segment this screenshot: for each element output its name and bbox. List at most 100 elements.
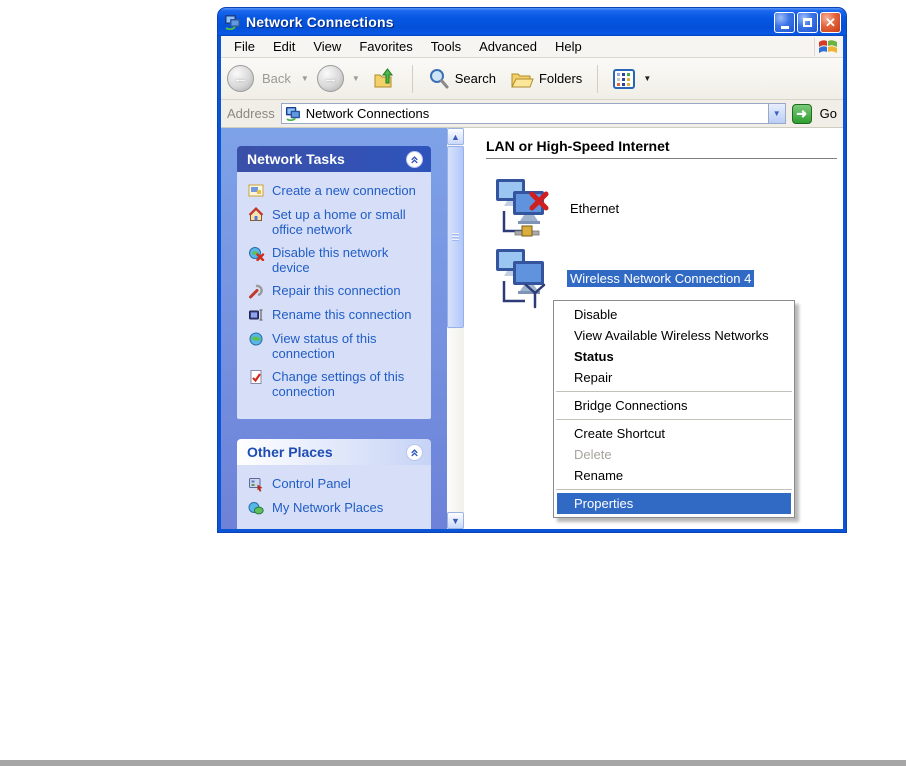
menu-item-bridge-connections[interactable]: Bridge Connections (554, 395, 794, 416)
menu-separator (554, 388, 794, 395)
menu-item-disable[interactable]: Disable (554, 304, 794, 325)
new-connection-icon (248, 184, 264, 197)
folders-icon (511, 73, 534, 87)
link-label: Control Panel (272, 476, 351, 491)
task-view-status[interactable]: View status of this connection (247, 331, 425, 361)
context-menu: Disable View Available Wireless Networks… (553, 300, 795, 518)
address-bar: Address Network Connections ▼ ➜ Go (221, 100, 843, 128)
change-settings-icon (250, 370, 262, 384)
menu-item-rename[interactable]: Rename (554, 465, 794, 486)
connection-label-selected[interactable]: Wireless Network Connection 4 (567, 269, 755, 287)
views-button[interactable]: ▼ (608, 66, 656, 92)
search-button[interactable]: Search (423, 65, 501, 93)
collapse-chevron-icon[interactable] (406, 150, 423, 168)
task-pane: Network Tasks Create a new connection Se… (221, 128, 447, 529)
address-label: Address (227, 106, 275, 121)
search-label: Search (454, 71, 496, 86)
network-connections-icon (225, 15, 240, 30)
title-bar[interactable]: Network Connections ✕ (218, 8, 846, 36)
link-label: My Network Places (272, 500, 384, 515)
back-arrow-icon: ← (233, 70, 248, 87)
wireless-connection-icon (496, 249, 546, 309)
toolbar-separator (597, 64, 599, 93)
views-dropdown-icon: ▼ (643, 74, 652, 83)
back-label: Back (262, 71, 291, 86)
address-location-icon (285, 106, 300, 121)
toolbar-separator (411, 64, 413, 93)
network-connections-window: Network Connections ✕ File Edit View Fav… (218, 8, 846, 532)
search-icon (429, 68, 449, 88)
views-icon (613, 68, 636, 89)
disable-device-icon (249, 247, 265, 261)
menu-help[interactable]: Help (546, 37, 591, 56)
menu-separator (554, 486, 794, 493)
up-folder-icon (374, 67, 393, 87)
scrollbar-track[interactable] (447, 329, 464, 512)
maximize-button[interactable] (797, 11, 818, 33)
network-tasks-body: Create a new connection Set up a home or… (237, 172, 431, 419)
task-label: Set up a home or small office network (272, 207, 406, 237)
link-my-network-places[interactable]: My Network Places (247, 500, 425, 516)
menu-view[interactable]: View (304, 37, 350, 56)
back-button[interactable]: ← (227, 65, 254, 92)
minimize-button[interactable] (774, 11, 795, 33)
menu-favorites[interactable]: Favorites (350, 37, 421, 56)
menu-item-delete: Delete (574, 447, 612, 462)
go-button[interactable]: ➜ (791, 103, 812, 124)
vertical-scrollbar[interactable]: ▲ ▼ (447, 128, 464, 529)
rename-icon (249, 309, 263, 321)
close-icon: ✕ (825, 14, 836, 30)
go-arrow-icon: ➜ (796, 105, 808, 121)
task-label: View status of this connection (272, 331, 377, 361)
menu-item-create-shortcut[interactable]: Create Shortcut (554, 423, 794, 444)
back-dropdown-icon[interactable]: ▼ (301, 74, 309, 83)
scroll-down-button[interactable]: ▼ (447, 512, 464, 529)
repair-icon (249, 284, 263, 299)
task-label: Rename this connection (272, 307, 412, 322)
ethernet-connection-item[interactable]: Ethernet (491, 175, 843, 241)
menu-file[interactable]: File (225, 37, 264, 56)
task-setup-home-network[interactable]: Set up a home or small office network (247, 207, 425, 237)
task-label: Change settings of this connection (272, 369, 405, 399)
other-places-panel: Other Places Control Panel My Network Pl… (237, 439, 431, 529)
scrollbar-thumb[interactable] (447, 146, 464, 328)
menu-edit[interactable]: Edit (264, 37, 304, 56)
task-change-settings[interactable]: Change settings of this connection (247, 369, 425, 399)
menu-tools[interactable]: Tools (422, 37, 470, 56)
other-places-body: Control Panel My Network Places (237, 465, 431, 529)
task-create-new-connection[interactable]: Create a new connection (247, 183, 425, 199)
forward-button[interactable]: → (316, 65, 344, 92)
scroll-up-button[interactable]: ▲ (447, 128, 464, 145)
menu-item-view-wireless-networks[interactable]: View Available Wireless Networks (554, 325, 794, 346)
folders-button[interactable]: Folders (505, 65, 587, 93)
menu-item-properties[interactable]: Properties (557, 493, 791, 514)
menu-item-repair[interactable]: Repair (554, 367, 794, 388)
menu-separator (554, 416, 794, 423)
ethernet-connection-icon (496, 179, 549, 237)
forward-dropdown-icon[interactable]: ▼ (352, 74, 360, 83)
collapse-chevron-icon[interactable] (406, 443, 423, 461)
toolbar: ← Back ▼ → ▼ Search Folders ▼ (221, 58, 843, 100)
address-dropdown-button[interactable]: ▼ (767, 104, 785, 123)
connection-label[interactable]: Ethernet (567, 200, 622, 217)
task-label: Repair this connection (272, 283, 401, 298)
other-places-title: Other Places (247, 444, 333, 460)
desktop: Network Connections ✕ File Edit View Fav… (0, 0, 906, 766)
window-title: Network Connections (246, 14, 394, 30)
up-button[interactable] (368, 64, 402, 94)
menu-item-status[interactable]: Status (554, 346, 794, 367)
network-tasks-header[interactable]: Network Tasks (237, 146, 431, 172)
task-disable-device[interactable]: Disable this network device (247, 245, 425, 275)
task-repair-connection[interactable]: Repair this connection (247, 283, 425, 299)
folders-label: Folders (538, 71, 583, 86)
close-button[interactable]: ✕ (820, 11, 841, 33)
menu-advanced[interactable]: Advanced (470, 37, 546, 56)
task-rename-connection[interactable]: Rename this connection (247, 307, 425, 323)
other-places-header[interactable]: Other Places (237, 439, 431, 465)
page-bottom-divider (0, 760, 906, 766)
network-tasks-panel: Network Tasks Create a new connection Se… (237, 146, 431, 419)
link-control-panel[interactable]: Control Panel (247, 476, 425, 492)
address-input[interactable]: Network Connections ▼ (280, 103, 786, 124)
chevron-down-icon: ▼ (451, 515, 460, 526)
go-label: Go (819, 106, 837, 121)
